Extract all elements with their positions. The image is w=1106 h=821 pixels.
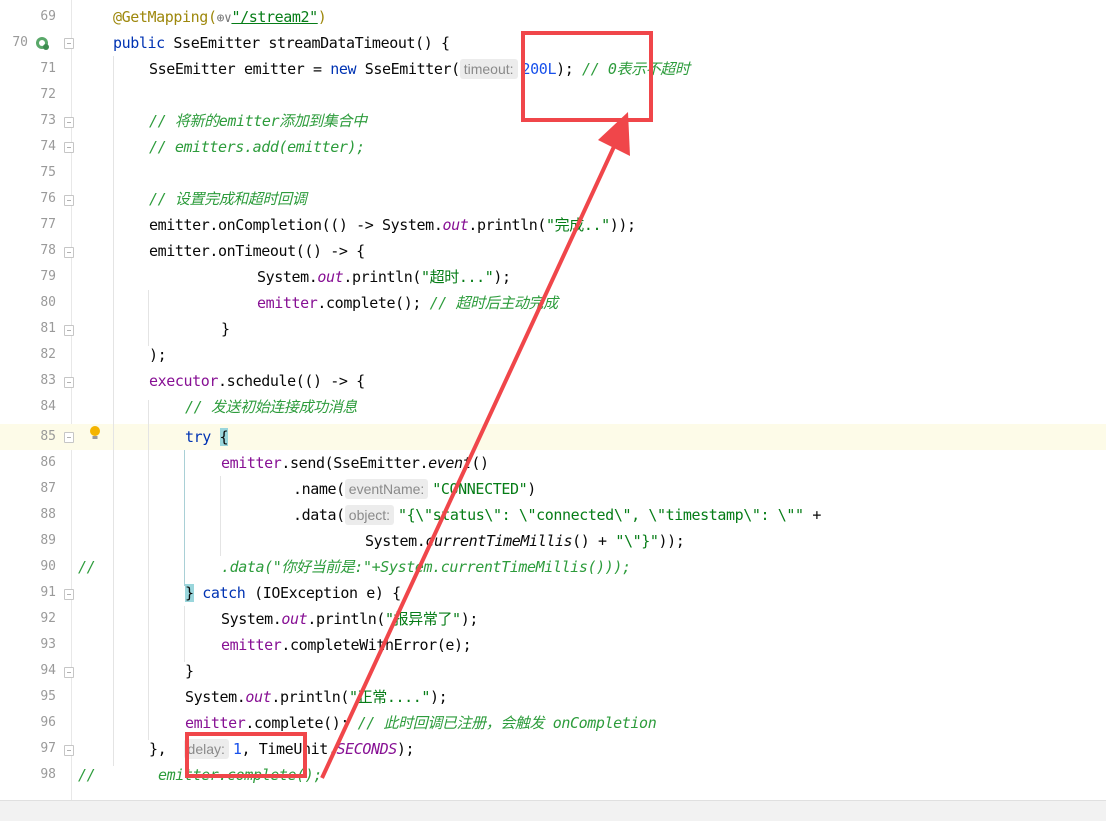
annotation-arrow-icon [320,112,630,779]
editor-bottom-bar [0,800,1106,821]
code-editor[interactable]: 69 70 71 72 73 74 75 76 77 78 79 80 81 8… [0,0,1106,821]
